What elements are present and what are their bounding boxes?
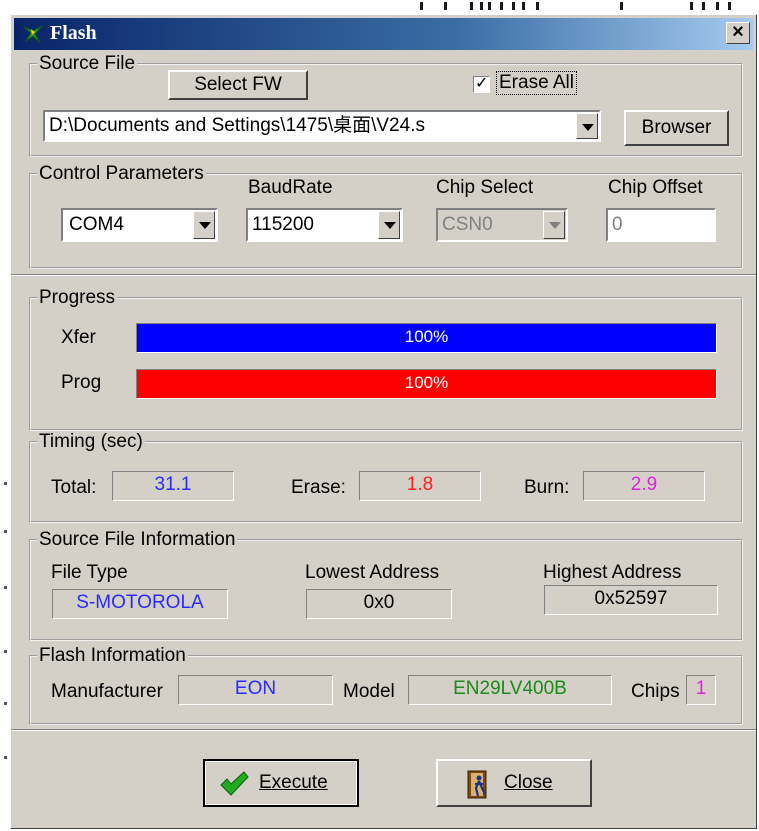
background-mark xyxy=(420,2,423,10)
com-port-select[interactable]: COM4 xyxy=(61,208,218,242)
flash-app-icon xyxy=(23,25,43,44)
background-mark xyxy=(620,2,623,10)
chips-value: 1 xyxy=(686,675,716,705)
background-mark xyxy=(716,2,719,10)
file-type-label: File Type xyxy=(51,562,128,583)
lowest-address-value: 0x0 xyxy=(306,589,452,619)
select-fw-button[interactable]: Select FW xyxy=(168,70,308,100)
xfer-label: Xfer xyxy=(61,327,96,348)
erase-all-checkbox[interactable]: ✓ xyxy=(473,75,490,93)
background-mark xyxy=(480,2,483,10)
prog-progress-bar: 100% xyxy=(136,369,717,399)
total-time-value: 31.1 xyxy=(112,471,234,501)
background-mark xyxy=(488,2,491,10)
close-button[interactable]: Close xyxy=(436,759,592,807)
divider xyxy=(11,274,756,276)
chevron-down-icon xyxy=(543,211,565,239)
firmware-path-combobox[interactable]: D:\Documents and Settings\1475\桌面\V24.s xyxy=(43,110,601,142)
model-label: Model xyxy=(343,681,395,702)
chip-select-label: Chip Select xyxy=(436,177,534,198)
chevron-down-icon[interactable] xyxy=(378,211,400,239)
background-mark xyxy=(4,702,7,705)
execute-label: Execute xyxy=(259,772,328,793)
background-mark xyxy=(4,756,7,759)
erase-all-label[interactable]: Erase All xyxy=(496,71,577,95)
baudrate-value: 115200 xyxy=(252,214,314,235)
chips-label: Chips xyxy=(631,681,680,702)
erase-label: Erase: xyxy=(291,477,346,498)
flash-dialog: Flash × Source File Select FW ✓ Erase Al… xyxy=(10,14,757,829)
highest-address-label: Highest Address xyxy=(543,562,682,583)
xfer-progress-bar: 100% xyxy=(136,323,717,353)
background-mark xyxy=(4,650,7,653)
control-parameters-legend: Control Parameters xyxy=(39,163,204,184)
progress-legend: Progress xyxy=(39,287,116,308)
file-type-value: S-MOTOROLA xyxy=(52,589,228,619)
baudrate-label: BaudRate xyxy=(248,177,333,198)
background-edge xyxy=(0,14,10,831)
burn-time-value: 2.9 xyxy=(583,471,705,501)
flash-information-legend: Flash Information xyxy=(39,645,186,666)
divider xyxy=(11,729,756,731)
erase-time-value: 1.8 xyxy=(359,471,481,501)
manufacturer-value: EON xyxy=(178,675,333,705)
prog-percent: 100% xyxy=(404,373,449,392)
lowest-address-label: Lowest Address xyxy=(305,562,440,583)
background-mark xyxy=(536,2,539,10)
background-mark xyxy=(728,2,731,10)
chip-offset-label: Chip Offset xyxy=(608,177,703,198)
window-title: Flash xyxy=(50,22,97,44)
background-mark xyxy=(702,2,705,10)
checkmark-icon: ✓ xyxy=(475,75,489,92)
background-mark xyxy=(500,2,503,10)
model-value: EN29LV400B xyxy=(408,675,612,705)
background-mark xyxy=(4,586,7,589)
chip-offset-value: 0 xyxy=(612,214,623,235)
background-mark xyxy=(690,2,693,10)
close-label: Close xyxy=(504,772,553,793)
chevron-down-icon[interactable] xyxy=(193,211,215,239)
source-file-information-legend: Source File Information xyxy=(39,529,236,550)
xfer-percent: 100% xyxy=(404,327,449,346)
browser-button[interactable]: Browser xyxy=(624,110,729,146)
background-mark xyxy=(522,2,525,10)
background-mark xyxy=(4,482,7,485)
background-mark xyxy=(470,2,473,10)
total-label: Total: xyxy=(51,477,97,498)
timing-legend: Timing (sec) xyxy=(39,431,143,452)
firmware-path-value: D:\Documents and Settings\1475\桌面\V24.s xyxy=(49,115,425,136)
manufacturer-label: Manufacturer xyxy=(51,681,163,702)
highest-address-value: 0x52597 xyxy=(544,585,718,615)
chip-select-dropdown: CSN0 xyxy=(436,208,568,242)
execute-button[interactable]: Execute xyxy=(203,759,359,807)
door-exit-icon xyxy=(467,770,487,799)
prog-label: Prog xyxy=(61,372,102,393)
chip-select-value: CSN0 xyxy=(442,214,493,235)
background-mark xyxy=(512,2,515,10)
burn-label: Burn: xyxy=(524,477,570,498)
progress-group: Progress xyxy=(29,287,743,431)
source-file-legend: Source File xyxy=(39,53,136,74)
com-port-value: COM4 xyxy=(69,214,124,235)
title-bar[interactable]: Flash × xyxy=(14,18,753,50)
chip-offset-field: 0 xyxy=(606,208,716,242)
background-mark xyxy=(4,530,7,533)
background-mark xyxy=(444,2,447,10)
chevron-down-icon[interactable] xyxy=(576,113,598,139)
baudrate-select[interactable]: 115200 xyxy=(246,208,403,242)
close-icon[interactable]: × xyxy=(726,22,750,44)
background-strip xyxy=(0,0,759,14)
checkmark-icon xyxy=(220,771,249,796)
